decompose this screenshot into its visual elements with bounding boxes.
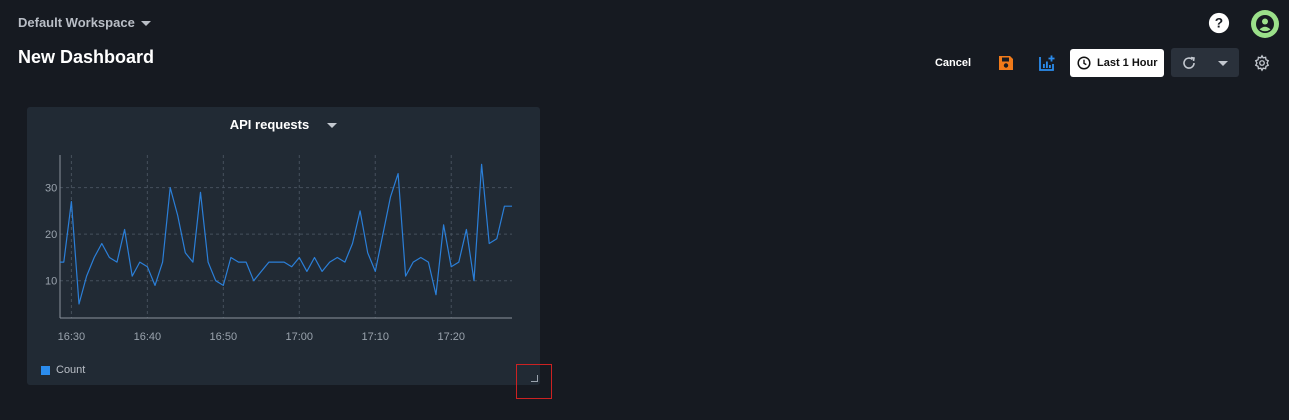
refresh-interval-dropdown[interactable] <box>1207 48 1239 77</box>
chart-legend[interactable]: Count <box>41 364 85 376</box>
clock-icon <box>1077 56 1091 70</box>
x-tick-label: 17:20 <box>437 331 465 343</box>
svg-text:?: ? <box>1215 16 1223 31</box>
workspace-selector[interactable]: Default Workspace <box>18 15 151 30</box>
highlight-box <box>516 364 552 399</box>
refresh-button[interactable] <box>1171 48 1207 77</box>
refresh-control <box>1171 48 1239 77</box>
x-tick-label: 16:50 <box>210 331 238 343</box>
settings-button[interactable] <box>1252 49 1272 77</box>
save-button[interactable] <box>994 49 1018 77</box>
account-circle-icon[interactable] <box>1251 10 1279 38</box>
time-range-button[interactable]: Last 1 Hour <box>1070 49 1164 77</box>
x-tick-label: 17:00 <box>286 331 314 343</box>
line-chart: 10 20 30 16:30 16:40 16:50 17:00 17:10 17:20 <box>45 155 512 343</box>
floppy-disk-icon <box>999 56 1013 70</box>
gear-icon <box>1254 54 1270 72</box>
add-chart-button[interactable] <box>1035 49 1059 77</box>
workspace-name: Default Workspace <box>18 15 135 30</box>
chart-panel: API requests 10 20 30 16:30 16:40 16:50 17:00 1… <box>27 107 540 385</box>
chevron-down-icon <box>140 21 151 26</box>
help-circle-icon[interactable]: ? <box>1208 12 1230 34</box>
y-tick-label: 10 <box>45 276 57 288</box>
x-tick-label: 16:30 <box>58 331 86 343</box>
legend-label: Count <box>56 364 86 376</box>
page-title: New Dashboard <box>18 47 155 67</box>
add-chart-icon <box>1039 55 1055 71</box>
x-tick-label: 16:40 <box>134 331 162 343</box>
x-tick-label: 17:10 <box>361 331 389 343</box>
legend-swatch <box>41 365 50 375</box>
cancel-button[interactable]: Cancel <box>928 49 978 77</box>
y-tick-label: 30 <box>45 183 57 195</box>
refresh-icon <box>1183 56 1195 69</box>
time-range-label: Last 1 Hour <box>1097 57 1158 69</box>
chevron-down-icon <box>1218 61 1228 66</box>
y-tick-label: 20 <box>45 229 57 241</box>
